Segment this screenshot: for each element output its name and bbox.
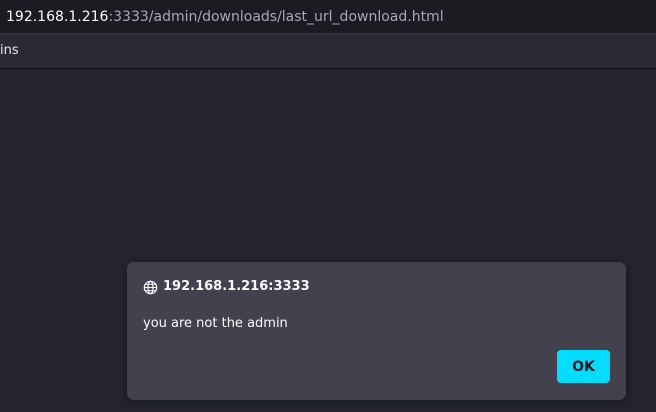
bookmark-item[interactable]: ins xyxy=(0,43,19,59)
url-path: :3333/admin/downloads/last_url_download.… xyxy=(108,9,444,25)
ok-button[interactable]: OK xyxy=(557,350,610,383)
alert-dialog: 192.168.1.216:3333 you are not the admin… xyxy=(127,262,626,400)
dialog-header: 192.168.1.216:3333 xyxy=(143,278,310,296)
url-text[interactable]: 192.168.1.216:3333/admin/downloads/last_… xyxy=(6,8,444,26)
bookmarks-toolbar: ins xyxy=(0,34,656,69)
globe-icon xyxy=(143,280,158,294)
dialog-message: you are not the admin xyxy=(143,316,288,331)
address-bar[interactable]: 192.168.1.216:3333/admin/downloads/last_… xyxy=(0,0,656,34)
url-host: 192.168.1.216 xyxy=(6,9,109,25)
dialog-title: 192.168.1.216:3333 xyxy=(163,279,310,294)
